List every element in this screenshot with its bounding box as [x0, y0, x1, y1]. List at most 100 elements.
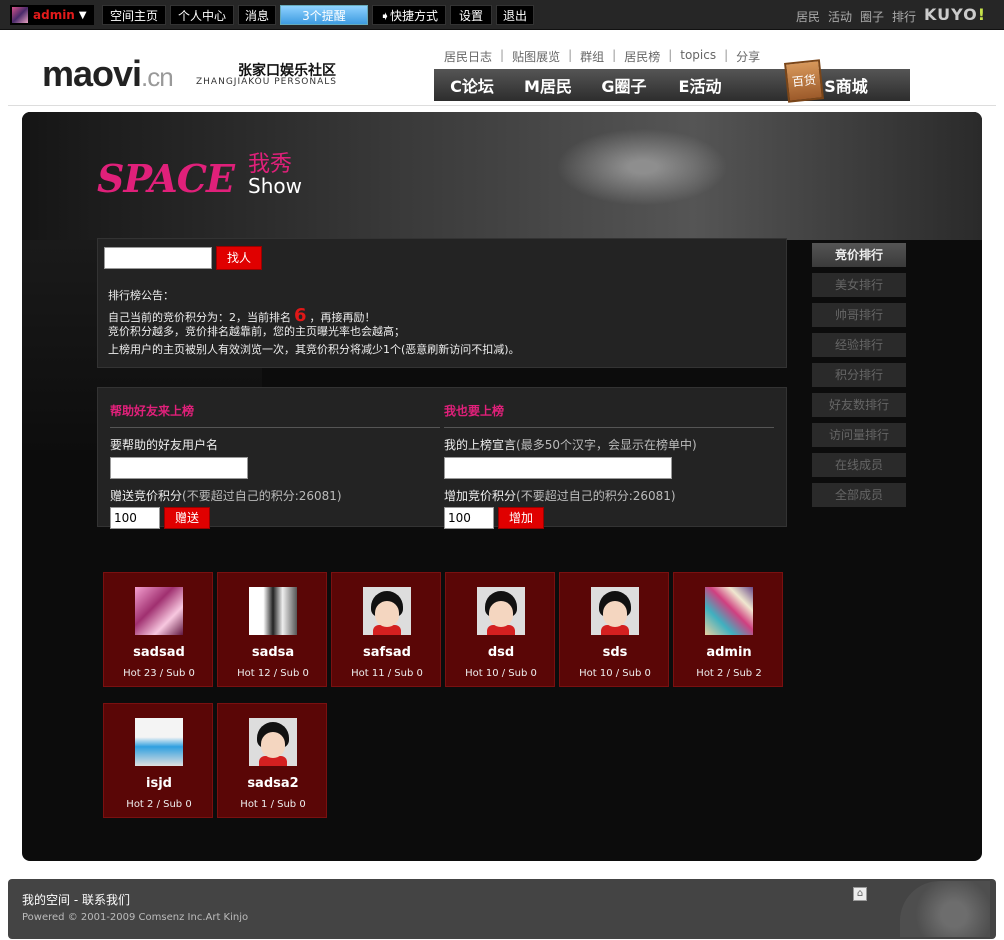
kuyo-text: KUYO [923, 5, 978, 24]
user-name[interactable]: admin [674, 645, 784, 660]
gift-row: 100 赠送 [110, 507, 440, 529]
find-user-button[interactable]: 找人 [216, 246, 262, 270]
logo-english-tagline: ZHANGJIAKOU PERSONALS [196, 77, 337, 87]
default-avatar-icon[interactable] [249, 718, 297, 766]
shortcuts-label: 快捷方式 [390, 9, 439, 23]
avatar-body [487, 625, 515, 635]
user-name[interactable]: safsad [332, 645, 442, 660]
nav-residents[interactable]: M居民 [510, 73, 586, 97]
bid-forms: 帮助好友来上榜 要帮助的好友用户名 赠送竞价积分(不要超过自己的积分:26081… [97, 387, 787, 529]
link-ranking[interactable]: 排行 [892, 8, 916, 25]
user-menu[interactable]: admin ▼ [10, 5, 94, 25]
shortcuts-button[interactable]: ➧快捷方式 [372, 5, 446, 25]
avatar-body [373, 625, 401, 635]
tab-bid-ranking[interactable]: 竞价排行 [812, 243, 906, 267]
nav-activities[interactable]: E活动 [662, 73, 738, 97]
mall-bag-icon[interactable]: 百货 [784, 59, 824, 103]
home-icon[interactable]: ⌂ [853, 887, 867, 901]
find-user-input[interactable] [104, 247, 212, 269]
tab-online-members[interactable]: 在线成员 [812, 453, 906, 477]
notice-title: 排行榜公告： [108, 289, 174, 302]
sublink-topics[interactable]: topics [680, 48, 716, 65]
tab-visits-ranking[interactable]: 访问量排行 [812, 423, 906, 447]
user-name[interactable]: dsd [446, 645, 556, 660]
gift-points-input[interactable]: 100 [110, 507, 160, 529]
friend-username-input[interactable] [110, 457, 248, 479]
kuyo-accent: ! [977, 5, 986, 24]
top-toolbar: admin ▼ 空间主页 个人中心 消息 3个提醒 ➧快捷方式 设置 退出 居民… [0, 0, 1004, 30]
messages-button[interactable]: 消息 [238, 5, 276, 25]
user-name[interactable]: sadsa2 [218, 776, 328, 791]
default-avatar-icon[interactable] [477, 587, 525, 635]
personal-center-button[interactable]: 个人中心 [170, 5, 234, 25]
add-button[interactable]: 增加 [498, 507, 544, 529]
space-home-button[interactable]: 空间主页 [102, 5, 166, 25]
add-row: 100 增加 [444, 507, 774, 529]
nav-circles[interactable]: G圈子 [586, 73, 662, 97]
divider: | [500, 48, 505, 62]
settings-button[interactable]: 设置 [450, 5, 492, 25]
divider: | [724, 48, 729, 62]
user-card[interactable]: sadsad Hot 23 / Sub 0 [103, 572, 213, 687]
tab-handsome-ranking[interactable]: 帅哥排行 [812, 303, 906, 327]
user-avatar[interactable] [249, 587, 297, 635]
space-title-show: Show [248, 174, 302, 198]
link-circles[interactable]: 圈子 [860, 8, 884, 25]
user-card[interactable]: isjd Hot 2 / Sub 0 [103, 703, 213, 818]
user-avatar[interactable] [135, 718, 183, 766]
kuyo-logo[interactable]: KUYO! [924, 5, 986, 24]
add-points-input[interactable]: 100 [444, 507, 494, 529]
self-rank-form: 我也要上榜 我的上榜宣言(最多50个汉字，会显示在榜单中) 增加竞价积分(不要超… [444, 402, 774, 529]
user-name[interactable]: sadsad [104, 645, 214, 660]
user-card[interactable]: sds Hot 10 / Sub 0 [559, 572, 669, 687]
city-banner: SPACE 我秀 Show [22, 112, 982, 240]
add-points-text: 增加竞价积分 [444, 489, 517, 503]
tab-all-members[interactable]: 全部成员 [812, 483, 906, 507]
gift-points-text: 赠送竞价积分 [110, 489, 183, 503]
user-name[interactable]: sds [560, 645, 670, 660]
default-avatar-icon[interactable] [363, 587, 411, 635]
ranking-notice: 找人 排行榜公告： 自己当前的竞价积分为：2，当前排名 6 ，再接再励！ 竞价积分越… [97, 238, 787, 368]
footer-contact[interactable]: - 联系我们 [74, 893, 130, 907]
tab-experience-ranking[interactable]: 经验排行 [812, 333, 906, 357]
tab-friends-ranking[interactable]: 好友数排行 [812, 393, 906, 417]
notice-line-2: 竞价积分越多，竞价排名越靠前，您的主页曝光率也会越高； [108, 325, 405, 338]
user-card[interactable]: dsd Hot 10 / Sub 0 [445, 572, 555, 687]
header-divider [8, 105, 996, 106]
user-stats: Hot 10 / Sub 0 [579, 668, 651, 679]
sublink-ranking[interactable]: 居民榜 [624, 48, 660, 65]
user-card[interactable]: admin Hot 2 / Sub 2 [673, 572, 783, 687]
link-activities[interactable]: 活动 [828, 8, 852, 25]
default-avatar-icon[interactable] [591, 587, 639, 635]
sublink-groups[interactable]: 群组 [580, 48, 604, 65]
sublink-diary[interactable]: 居民日志 [444, 48, 492, 65]
site-logo[interactable]: maovi.cn [42, 53, 174, 95]
user-avatar[interactable] [705, 587, 753, 635]
user-stats: Hot 2 / Sub 0 [126, 799, 192, 810]
site-header: maovi.cn 张家口娱乐社区 ZHANGJIAKOU PERSONALS 居… [0, 31, 1004, 109]
user-name[interactable]: isjd [104, 776, 214, 791]
footer-my-space[interactable]: 我的空间 [22, 893, 70, 907]
nav-forum[interactable]: C论坛 [434, 73, 510, 97]
link-residents[interactable]: 居民 [796, 8, 820, 25]
sublink-share[interactable]: 分享 [736, 48, 760, 65]
gift-button[interactable]: 赠送 [164, 507, 210, 529]
tab-beauty-ranking[interactable]: 美女排行 [812, 273, 906, 297]
user-stats: Hot 10 / Sub 0 [465, 668, 537, 679]
user-avatar[interactable] [135, 587, 183, 635]
user-card[interactable]: sadsa2 Hot 1 / Sub 0 [217, 703, 327, 818]
tab-points-ranking[interactable]: 积分排行 [812, 363, 906, 387]
user-card[interactable]: safsad Hot 11 / Sub 0 [331, 572, 441, 687]
user-stats: Hot 2 / Sub 2 [696, 668, 762, 679]
reminders-button[interactable]: 3个提醒 [280, 5, 368, 25]
logo-domain: .cn [141, 62, 174, 92]
username: admin [33, 8, 75, 22]
declaration-input[interactable] [444, 457, 672, 479]
user-name[interactable]: sadsa [218, 645, 328, 660]
user-stats: Hot 11 / Sub 0 [351, 668, 423, 679]
logout-button[interactable]: 退出 [496, 5, 534, 25]
site-footer: 我的空间 - 联系我们 Powered © 2001-2009 Comsenz … [8, 879, 996, 939]
user-card[interactable]: sadsa Hot 12 / Sub 0 [217, 572, 327, 687]
sublink-gallery[interactable]: 贴图展览 [512, 48, 560, 65]
chevron-down-icon: ▼ [78, 9, 87, 21]
